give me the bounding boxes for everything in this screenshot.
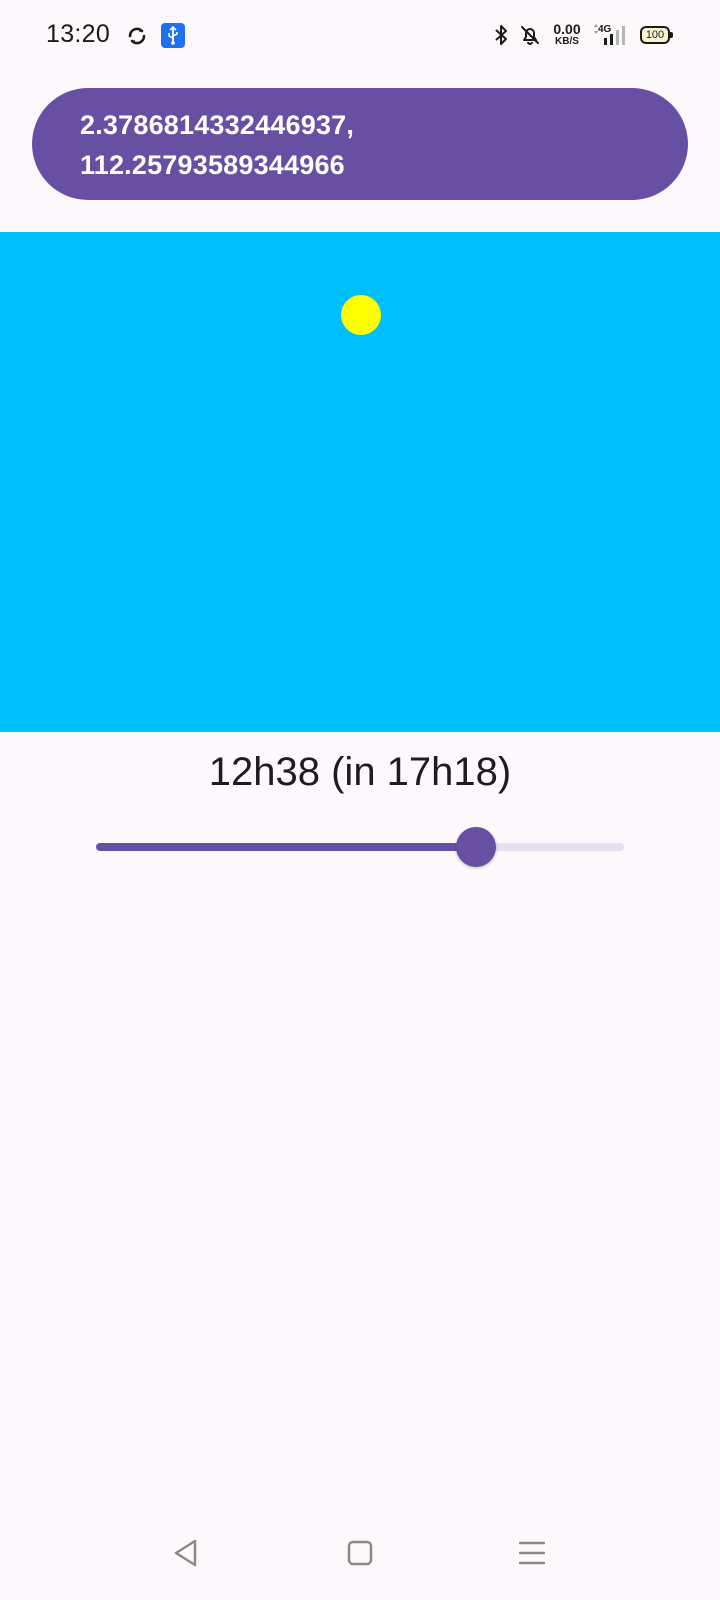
app-screen: 13:20 0.00 KB/S 4G 100 2.378681433244693…: [0, 0, 720, 1600]
status-bar: 13:20 0.00 KB/S 4G 100: [0, 0, 720, 72]
network-speed-value: 0.00: [553, 21, 581, 37]
slider-active-track: [96, 843, 476, 851]
coordinates-pill[interactable]: 2.3786814332446937, 112.25793589344966: [32, 88, 688, 200]
sun: [341, 295, 381, 335]
battery-icon: 100: [640, 26, 673, 44]
bluetooth-icon: [493, 24, 509, 51]
battery-cap: [670, 32, 673, 38]
latitude-text: 2.3786814332446937,: [80, 110, 355, 140]
bell-muted-icon: [519, 24, 541, 51]
slider-thumb[interactable]: [456, 827, 496, 867]
back-icon[interactable]: [172, 1538, 200, 1573]
battery-level: 100: [645, 29, 665, 41]
navigation-bar: [0, 1520, 720, 1600]
time-slider[interactable]: [96, 825, 624, 869]
network-speed: 0.00 KB/S: [549, 22, 585, 47]
status-time: 13:20: [46, 20, 111, 48]
home-icon[interactable]: [347, 1538, 373, 1573]
recents-icon[interactable]: [518, 1538, 546, 1573]
usb-icon: [161, 23, 185, 48]
network-speed-unit: KB/S: [555, 36, 579, 47]
sync-icon: [126, 25, 148, 52]
time-label: 12h38 (in 17h18): [208, 750, 512, 794]
network-type: 4G: [598, 24, 612, 35]
longitude-text: 112.25793589344966: [80, 150, 345, 180]
